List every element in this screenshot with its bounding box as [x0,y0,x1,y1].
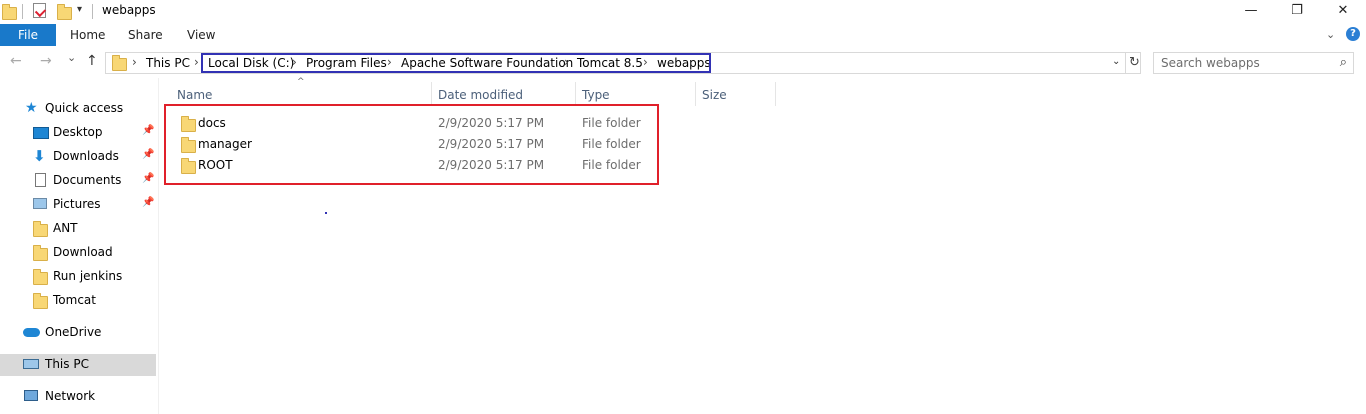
desktop-icon [33,127,49,139]
sidebar-item-onedrive[interactable]: OneDrive [0,322,156,344]
sidebar-item-label: Tomcat [53,293,96,307]
address-history-dropdown[interactable]: ⌄ [1112,56,1120,67]
column-header-type[interactable]: Type [582,85,610,105]
files-highlight-box [164,104,659,185]
pin-icon[interactable]: 📌 [142,149,154,160]
sidebar-item-quick-access[interactable]: ★ Quick access [0,98,156,120]
navigation-pane: ★ Quick access Desktop 📌 ⬇ Downloads 📌 D… [0,96,158,414]
cursor-dot [325,212,327,214]
pane-divider[interactable] [158,78,159,414]
sidebar-item-tomcat[interactable]: Tomcat [0,290,156,312]
restore-button[interactable]: ❐ [1274,0,1320,22]
navigation-bar: ← → ⌄ ↑ › This PC › Local Disk (C:) › Pr… [0,48,1366,78]
column-divider[interactable] [575,82,576,106]
column-header-size[interactable]: Size [702,85,727,105]
column-divider[interactable] [695,82,696,106]
column-header-date-modified[interactable]: Date modified [438,85,523,105]
breadcrumb-this-pc[interactable]: This PC [146,56,190,70]
minimize-button[interactable]: — [1228,0,1274,22]
sidebar-item-label: Network [45,389,96,403]
search-icon: ⌕ [1339,55,1347,70]
title-bar: ▾ webapps — ❐ ✕ [0,0,1366,24]
pin-icon[interactable]: 📌 [142,197,154,208]
column-divider[interactable] [775,82,776,106]
sidebar-item-ant[interactable]: ANT [0,218,156,240]
sidebar-item-downloads[interactable]: ⬇ Downloads 📌 [0,146,156,168]
sidebar-item-label: Run jenkins [53,269,123,283]
cloud-icon [23,328,40,337]
download-icon: ⬇ [33,147,46,165]
recent-locations-button[interactable]: ⌄ [67,51,76,64]
sidebar-item-label: ANT [53,221,78,235]
sidebar-item-network[interactable]: Network [0,386,156,408]
tab-view[interactable]: View [187,24,215,46]
up-button[interactable]: ↑ [86,53,98,69]
qat-dropdown-icon[interactable]: ▾ [77,4,82,15]
search-box[interactable]: Search webapps ⌕ [1153,52,1354,74]
breadcrumb-separator[interactable]: › [132,55,137,69]
computer-icon [23,359,39,369]
pin-icon[interactable]: 📌 [142,125,154,136]
sidebar-item-download[interactable]: Download [0,242,156,264]
folder-icon [2,4,17,20]
back-button[interactable]: ← [10,53,22,69]
sidebar-item-label: Pictures [53,197,101,211]
tab-home[interactable]: Home [70,24,105,46]
address-bar[interactable]: › This PC › Local Disk (C:) › Program Fi… [105,52,1141,74]
refresh-button[interactable]: ↻ [1125,53,1143,73]
tab-share[interactable]: Share [128,24,163,46]
close-button[interactable]: ✕ [1320,0,1366,22]
pin-icon[interactable]: 📌 [142,173,154,184]
properties-icon[interactable] [33,3,47,18]
search-input[interactable]: Search webapps [1161,56,1260,70]
pictures-icon [33,198,47,209]
sort-ascending-icon: ^ [297,77,305,87]
sidebar-item-documents[interactable]: Documents 📌 [0,170,156,192]
tab-file[interactable]: File [0,24,56,46]
title-divider [92,4,93,19]
network-icon [24,390,38,401]
column-divider[interactable] [431,82,432,106]
breadcrumb-separator[interactable]: › [194,55,199,69]
documents-icon [35,173,46,187]
folder-icon [33,221,48,237]
folder-icon [33,293,48,309]
window-title: webapps [102,3,156,17]
help-icon[interactable]: ? [1346,27,1360,41]
column-header-name[interactable]: Name [177,85,212,105]
sidebar-item-label: This PC [45,357,89,371]
sidebar-item-label: Quick access [45,101,124,115]
ribbon-tabs: File Home Share View ⌄ ? [0,24,1366,46]
new-folder-icon[interactable] [57,4,72,20]
address-highlight-box [201,53,711,73]
sidebar-item-desktop[interactable]: Desktop 📌 [0,122,156,144]
sidebar-item-label: OneDrive [45,325,102,339]
star-icon: ★ [25,100,38,116]
folder-icon [33,245,48,261]
folder-icon [33,269,48,285]
forward-button[interactable]: → [40,53,52,69]
folder-icon [112,55,127,71]
sidebar-item-label: Desktop [53,125,103,139]
sidebar-item-run-jenkins[interactable]: Run jenkins [0,266,156,288]
sidebar-item-label: Download [53,245,113,259]
toolbar-divider [22,4,23,19]
sidebar-item-label: Downloads [53,149,119,163]
sidebar-item-pictures[interactable]: Pictures 📌 [0,194,156,216]
sidebar-item-this-pc[interactable]: This PC [0,354,156,376]
expand-ribbon-icon[interactable]: ⌄ [1326,24,1335,46]
sidebar-item-label: Documents [53,173,122,187]
